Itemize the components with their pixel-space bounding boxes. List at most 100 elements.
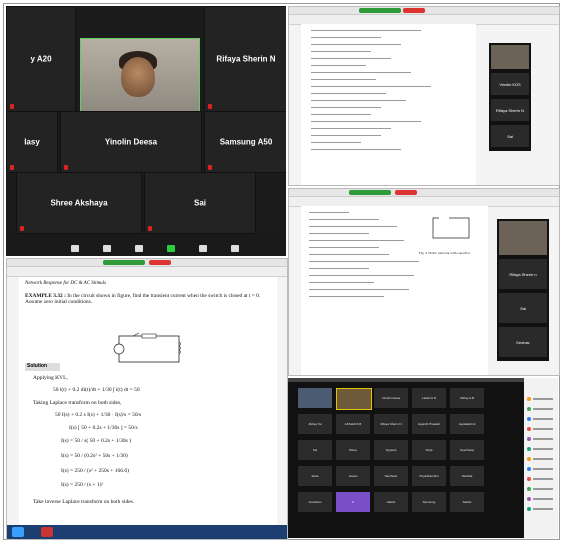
screen-share-banner[interactable]: [103, 260, 145, 265]
participant-row[interactable]: [527, 390, 555, 401]
participant-tile[interactable]: Harish: [374, 492, 408, 512]
participant-tile[interactable]: Santhosh: [374, 466, 408, 486]
share-screen-button[interactable]: [156, 245, 186, 253]
participant-tile[interactable]: Vignesh: [374, 440, 408, 460]
stop-share-button[interactable]: [149, 260, 171, 265]
participant-tile[interactable]: lasy: [6, 111, 58, 173]
document-toolbar: [7, 267, 287, 277]
mic-muted-icon: [20, 226, 24, 231]
stop-share-button[interactable]: [395, 190, 417, 195]
mic-muted-icon: [208, 104, 212, 109]
participant-row[interactable]: [527, 410, 555, 421]
participant-video[interactable]: [491, 45, 529, 69]
participant-tile[interactable]: Priyadharshini: [412, 466, 446, 486]
document-page: Fig. 3.76 RC network with capacitor: [301, 206, 488, 375]
participants-button[interactable]: [92, 245, 122, 253]
participant-tile[interactable]: Rifaya Sherin N: [491, 99, 529, 121]
participant-row[interactable]: [527, 440, 555, 451]
participant-tile[interactable]: Keerthana: [450, 440, 484, 460]
participant-tile[interactable]: Sai: [491, 125, 529, 147]
participant-row[interactable]: [527, 490, 555, 501]
participant-name: lasy: [24, 137, 40, 147]
participant-tile[interactable]: Abhay Tai: [298, 414, 332, 434]
participant-tile[interactable]: Samsung A50: [204, 111, 286, 173]
screen-share-banner[interactable]: [349, 190, 391, 195]
window-titlebar: [7, 259, 287, 267]
participant-tile[interactable]: Samsung: [412, 492, 446, 512]
participant-tile[interactable]: Vinolin KDS: [491, 73, 529, 95]
taskbar: [7, 525, 287, 539]
face-shape: [121, 57, 155, 97]
chat-button[interactable]: [124, 245, 154, 253]
window-titlebar: [289, 189, 559, 197]
participant-tile[interactable]: AKSHAYA B: [336, 414, 370, 434]
participant-row[interactable]: [527, 500, 555, 511]
participant-video[interactable]: [499, 221, 547, 255]
participant-row[interactable]: [527, 420, 555, 431]
participant-tile[interactable]: y A20: [6, 6, 76, 112]
reactions-button[interactable]: [220, 245, 250, 253]
participant-name: Yinolin Deesa: [104, 137, 158, 147]
stop-share-button[interactable]: [403, 8, 425, 13]
participant-tile[interactable]: Lakshmi R: [412, 388, 446, 408]
participant-tile[interactable]: Abhay A.B: [450, 388, 484, 408]
participant-row[interactable]: [527, 430, 555, 441]
record-icon: [199, 245, 207, 252]
windows-start-icon[interactable]: [12, 527, 24, 537]
zoom-grid-view: Vinolin Deesa Lakshmi R Abhay A.B Abhay …: [288, 378, 558, 538]
participant-tile[interactable]: Gowtham: [298, 492, 332, 512]
participant-row[interactable]: [527, 480, 555, 491]
participant-tile[interactable]: Keshav: [499, 327, 547, 357]
document-page: Network Response for DC & AC Stimuls EXA…: [19, 277, 277, 525]
reaction-icon: [231, 245, 239, 252]
footer-text: Take inverse Laplace transform on both s…: [33, 499, 135, 505]
participant-tile[interactable]: Jayanth Prakash: [412, 414, 446, 434]
participant-tile[interactable]: Sai: [298, 440, 332, 460]
participants-panel: [524, 378, 558, 538]
rl-circuit-diagram: [113, 332, 181, 363]
mic-muted-icon: [10, 165, 14, 170]
screen-share-banner[interactable]: [359, 8, 401, 13]
video-sidebar: Vinolin KDS Rifaya Sherin N Sai: [489, 43, 531, 151]
participant-tile[interactable]: Nandha: [450, 466, 484, 486]
participant-tile[interactable]: Suba: [298, 466, 332, 486]
participant-name: y A20: [30, 54, 52, 64]
participant-tile[interactable]: Vinolin Deesa: [374, 388, 408, 408]
participant-tile[interactable]: Jayalakshmi: [450, 414, 484, 434]
participant-tile[interactable]: Shree: [336, 440, 370, 460]
equation: I(s) = 50 / (0.2s² + 50s + 1/30): [61, 453, 128, 459]
participant-tile[interactable]: S: [336, 492, 370, 512]
participant-video[interactable]: [298, 388, 332, 408]
participant-row[interactable]: [527, 450, 555, 461]
participant-tile[interactable]: Yinolin Deesa: [60, 111, 202, 173]
participant-tile[interactable]: Rifaya Sherin n: [499, 259, 547, 289]
window-titlebar: [289, 7, 559, 15]
participant-tile[interactable]: Rifaya Sherin N: [204, 6, 286, 112]
meeting-toolbar: [6, 234, 286, 256]
security-button[interactable]: [60, 245, 90, 253]
document-window-top: Vinolin KDS Rifaya Sherin N Sai: [288, 6, 560, 186]
math-content: [309, 212, 419, 303]
app-icon[interactable]: [41, 527, 53, 537]
participant-tile[interactable]: Shree Akshaya: [16, 172, 142, 234]
participant-tile[interactable]: Sabari: [450, 492, 484, 512]
participant-tile[interactable]: Rifaya Sherin N: [374, 414, 408, 434]
participant-row[interactable]: [527, 470, 555, 481]
participant-tile[interactable]: Janani: [336, 466, 370, 486]
participant-tile[interactable]: Sai: [144, 172, 256, 234]
document-window-middle: Fig. 3.76 RC network with capacitor Rifa…: [288, 188, 560, 376]
participant-video[interactable]: [336, 388, 372, 410]
participant-video[interactable]: [80, 38, 200, 112]
record-button[interactable]: [188, 245, 218, 253]
participant-row[interactable]: [527, 400, 555, 411]
participant-tile[interactable]: Sai: [499, 293, 547, 323]
participant-name: Shree Akshaya: [50, 198, 108, 208]
math-content: [311, 30, 451, 156]
applying-text: Applying KVL,: [33, 375, 68, 381]
participant-name: Rifaya Sherin N: [216, 54, 276, 64]
example-text: EXAMPLE 3.32 : In the circuit shown in f…: [25, 293, 265, 305]
solution-label: Solution: [25, 363, 60, 371]
participant-row[interactable]: [527, 460, 555, 471]
mic-muted-icon: [64, 165, 68, 170]
participant-tile[interactable]: Priya: [412, 440, 446, 460]
